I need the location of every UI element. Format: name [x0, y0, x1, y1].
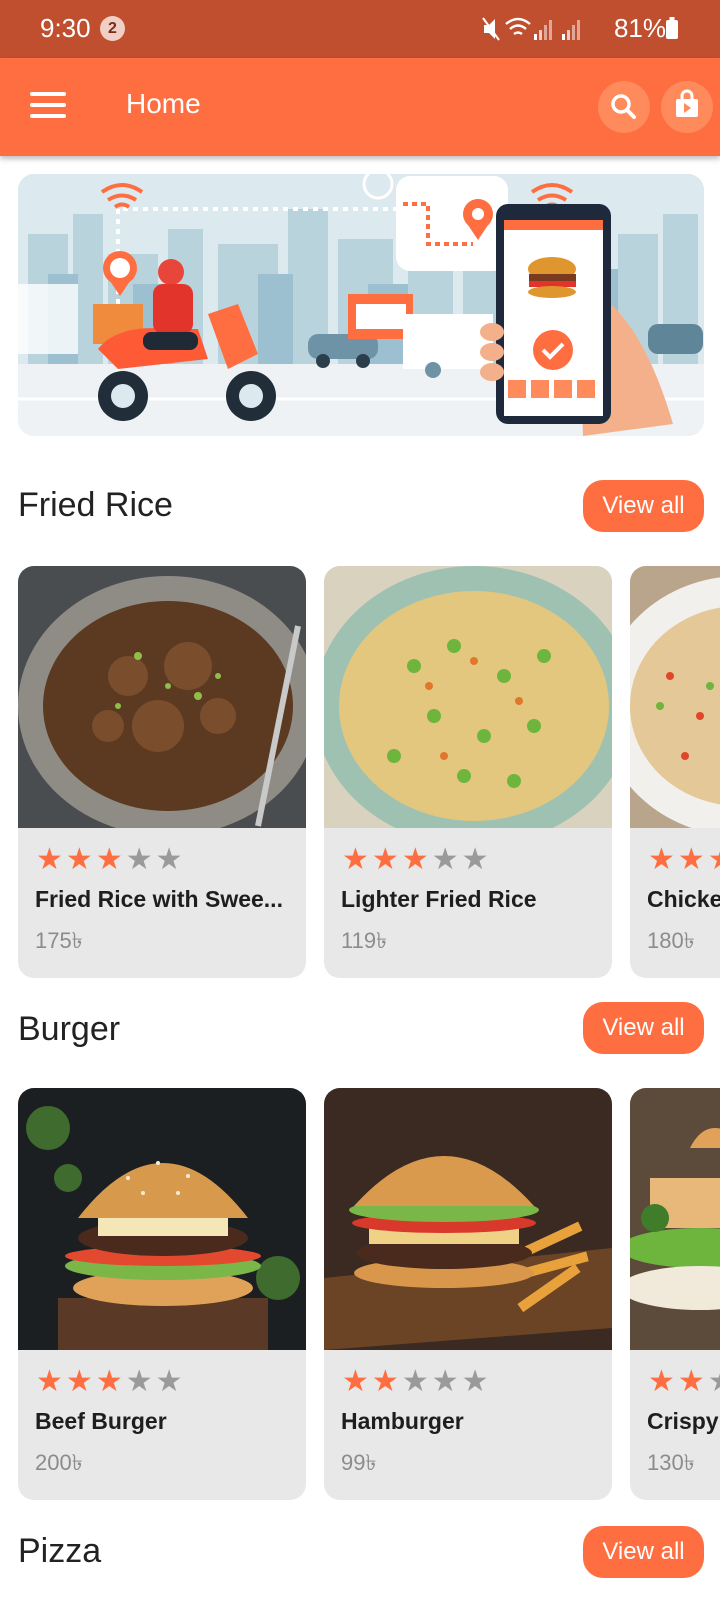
burger-list[interactable]: ★ ★ ★ ★ ★ Beef Burger 200৳ ★ ★ ★ ★ ★ Hamburger 9… [18, 1088, 720, 1500]
promo-banner[interactable] [18, 174, 704, 436]
product-price: 99৳ [341, 1450, 377, 1475]
product-price: 130৳ [647, 1450, 695, 1475]
product-price: 119৳ [341, 928, 388, 953]
star-icon: ★ [36, 1365, 63, 1398]
app-bar: Home [0, 58, 720, 156]
star-icon: ★ [431, 843, 459, 876]
star-icon: ★ [431, 1365, 459, 1398]
battery-percent: 81% [613, 13, 666, 43]
star-icon: ★ [342, 843, 369, 876]
rating-stars: ★★★★★ [342, 843, 492, 876]
rating-stars: ★★★★★ [648, 843, 720, 876]
food-image [18, 1088, 306, 1350]
star-icon: ★ [648, 1365, 675, 1398]
rating-stars: ★★★★★ [648, 1365, 720, 1398]
section-title-pizza: Pizza [18, 1532, 102, 1570]
signal-icon [534, 20, 552, 40]
star-icon: ★ [401, 1365, 429, 1398]
view-all-pizza-button[interactable]: View all [583, 1526, 704, 1578]
search-button[interactable] [598, 81, 650, 133]
star-icon: ★ [36, 843, 63, 876]
product-card[interactable]: ★ ★ ★ ★ ★ Lighter Fried Rice 119৳ [324, 566, 612, 978]
star-icon: ★ [677, 1365, 705, 1398]
food-image [630, 566, 720, 828]
star-icon: ★ [65, 1365, 93, 1398]
wifi-icon [505, 17, 531, 35]
rating-stars: ★★★★★ [342, 1365, 492, 1398]
star-icon: ★ [461, 1365, 489, 1398]
star-icon: ★ [401, 843, 429, 876]
battery-icon [666, 17, 678, 39]
section-title-burger: Burger [18, 1010, 121, 1048]
star-icon: ★ [708, 1367, 720, 1397]
mute-icon [482, 17, 500, 41]
rating-stars: ★★★★★ [36, 1365, 186, 1398]
star-icon: ★ [155, 1365, 183, 1398]
product-price: 200৳ [35, 1450, 83, 1475]
food-image [324, 1088, 612, 1350]
product-card[interactable]: ★ ★ ★ ★ ★ Hamburger 99৳ [324, 1088, 612, 1500]
view-all-burger-button[interactable]: View all [583, 1002, 704, 1054]
cart-button[interactable] [661, 81, 713, 133]
view-all-fried-rice-button[interactable]: View all [583, 480, 704, 532]
fried-rice-list[interactable]: ★ ★ ★ ★ ★ Fried Rice with Swee... 175৳ ★ ★ ★ ★ ★… [18, 566, 720, 978]
status-time: 9:30 [40, 13, 91, 43]
product-card[interactable]: ★★★★★ Chicke 180৳ [630, 566, 720, 978]
star-icon: ★ [95, 1365, 123, 1398]
star-icon: ★ [155, 843, 183, 876]
star-icon: ★ [65, 843, 93, 876]
star-icon: ★ [371, 1365, 399, 1398]
delivery-illustration [18, 174, 704, 436]
star-icon: ★ [708, 845, 720, 875]
product-card[interactable]: ★ ★ ★ ★ ★ Beef Burger 200৳ [18, 1088, 306, 1500]
menu-icon[interactable] [30, 92, 66, 122]
status-icons [482, 17, 580, 41]
food-image [324, 566, 612, 828]
signal-icon-2 [562, 20, 580, 40]
product-name: Crispy [647, 1408, 719, 1434]
section-title-fried-rice: Fried Rice [18, 486, 173, 524]
star-icon: ★ [461, 843, 489, 876]
product-card[interactable]: ★★★★★ Crispy 130৳ [630, 1088, 720, 1500]
food-image [630, 1088, 720, 1350]
star-icon: ★ [371, 843, 399, 876]
product-name: Hamburger [341, 1408, 464, 1434]
notification-count-badge: 2 [100, 16, 125, 41]
star-icon: ★ [125, 843, 153, 876]
product-price: 180৳ [647, 928, 695, 953]
food-image [18, 566, 306, 828]
product-card[interactable]: ★ ★ ★ ★ ★ Fried Rice with Swee... 175৳ [18, 566, 306, 978]
product-name: Fried Rice with Swee... [35, 886, 283, 912]
star-icon: ★ [95, 843, 123, 876]
page-title: Home [126, 88, 201, 119]
product-name: Beef Burger [35, 1408, 167, 1434]
star-icon: ★ [648, 843, 675, 876]
product-price: 175৳ [35, 928, 83, 953]
star-icon: ★ [342, 1365, 369, 1398]
star-icon: ★ [125, 1365, 153, 1398]
shopping-bag-icon [676, 89, 698, 117]
product-name: Chicke [647, 886, 720, 912]
search-icon [611, 94, 636, 119]
star-icon: ★ [677, 843, 705, 876]
status-bar: 9:30 2 81% [0, 0, 720, 58]
product-name: Lighter Fried Rice [341, 886, 537, 912]
rating-stars: ★★★★★ [36, 843, 186, 876]
